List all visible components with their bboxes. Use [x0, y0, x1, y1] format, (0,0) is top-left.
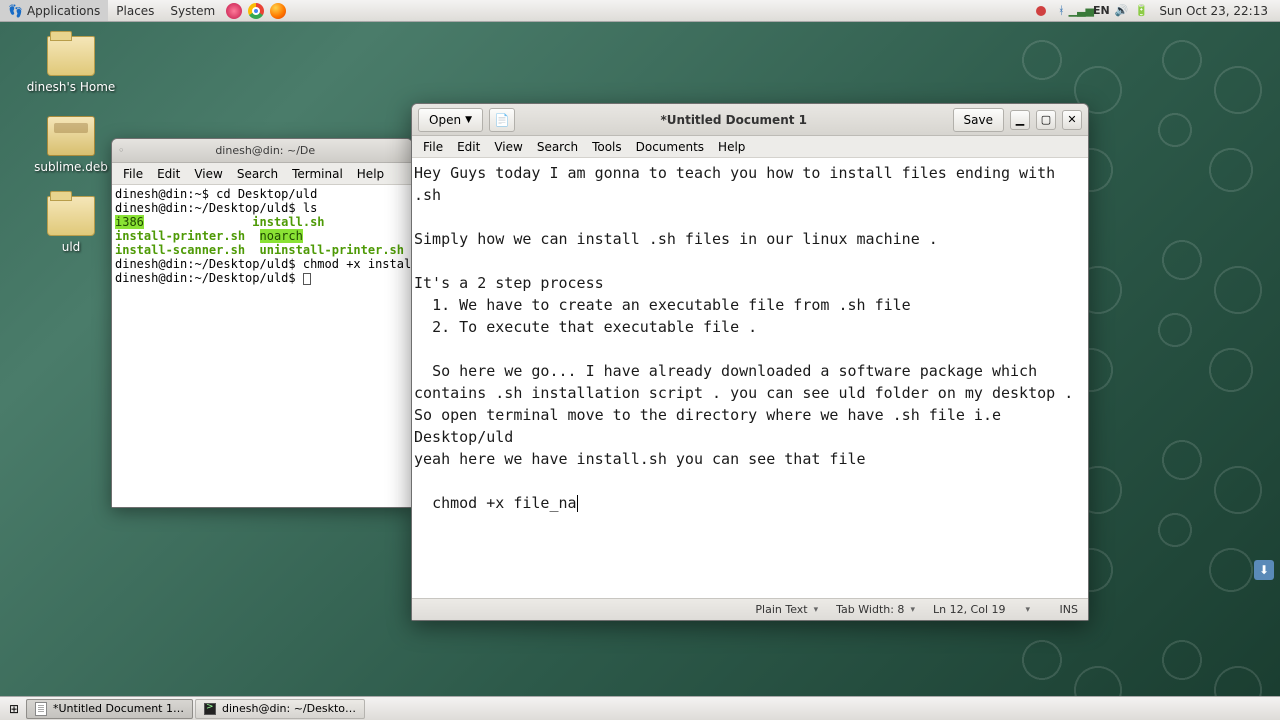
- network-icon[interactable]: ▁▃▅: [1073, 3, 1089, 19]
- gedit-menu-documents[interactable]: Documents: [629, 138, 711, 156]
- system-menu-label: System: [170, 4, 215, 18]
- gnome-foot-icon: 👣: [8, 4, 23, 18]
- close-icon: ✕: [1067, 113, 1076, 126]
- terminal-cursor: [303, 273, 311, 285]
- package-icon: [47, 116, 95, 156]
- gedit-title: *Untitled Document 1: [521, 113, 947, 127]
- record-indicator-icon[interactable]: [1033, 3, 1049, 19]
- bottom-panel: ⊞ *Untitled Document 1… dinesh@din: ~/De…: [0, 696, 1280, 720]
- taskbar-gedit[interactable]: *Untitled Document 1…: [26, 699, 193, 719]
- uld-folder-icon[interactable]: uld: [26, 196, 116, 254]
- maximize-button[interactable]: ▢: [1036, 110, 1056, 130]
- open-button[interactable]: Open ▼: [418, 108, 483, 132]
- terminal-menu-edit[interactable]: Edit: [150, 165, 187, 183]
- taskbar-gedit-label: *Untitled Document 1…: [53, 702, 184, 715]
- firefox-app-icon[interactable]: [269, 2, 287, 20]
- gedit-menu-search[interactable]: Search: [530, 138, 585, 156]
- chevron-down-icon: ▼: [465, 115, 472, 125]
- gedit-menu-file[interactable]: File: [416, 138, 450, 156]
- maximize-icon: ▢: [1041, 113, 1051, 126]
- minimize-icon: ▁: [1016, 113, 1024, 126]
- text-cursor: [577, 495, 578, 512]
- uld-folder-label: uld: [26, 240, 116, 254]
- show-desktop-button[interactable]: ⊞: [4, 699, 24, 719]
- gedit-menu-view[interactable]: View: [487, 138, 529, 156]
- system-menu[interactable]: System: [162, 0, 223, 21]
- terminal-titlebar[interactable]: ◦ dinesh@din: ~/De: [112, 139, 412, 163]
- syntax-mode-selector[interactable]: Plain Text: [755, 603, 818, 616]
- terminal-menu-search[interactable]: Search: [230, 165, 285, 183]
- folder-icon: [47, 196, 95, 236]
- places-menu[interactable]: Places: [108, 0, 162, 21]
- gedit-text-area[interactable]: Hey Guys today I am gonna to teach you h…: [412, 158, 1088, 598]
- gedit-menu-help[interactable]: Help: [711, 138, 752, 156]
- sublime-deb-icon[interactable]: sublime.deb: [26, 116, 116, 174]
- gedit-menu-tools[interactable]: Tools: [585, 138, 629, 156]
- taskbar-terminal-label: dinesh@din: ~/Deskto…: [222, 702, 356, 715]
- download-indicator-icon[interactable]: ⬇: [1254, 560, 1274, 580]
- recorder-app-icon[interactable]: [225, 2, 243, 20]
- gedit-text-content: Hey Guys today I am gonna to teach you h…: [414, 164, 1082, 512]
- new-file-icon: 📄: [495, 113, 510, 127]
- home-folder-icon[interactable]: dinesh's Home: [26, 36, 116, 94]
- cursor-position-menu[interactable]: [1024, 605, 1042, 615]
- taskbar-terminal[interactable]: dinesh@din: ~/Deskto…: [195, 699, 365, 719]
- save-button-label: Save: [964, 113, 993, 127]
- show-desktop-icon: ⊞: [9, 702, 19, 716]
- minimize-button[interactable]: ▁: [1010, 110, 1030, 130]
- home-folder-label: dinesh's Home: [26, 80, 116, 94]
- gedit-menubar: File Edit View Search Tools Documents He…: [412, 136, 1088, 158]
- terminal-menu-file[interactable]: File: [116, 165, 150, 183]
- save-button[interactable]: Save: [953, 108, 1004, 132]
- terminal-menu-view[interactable]: View: [187, 165, 229, 183]
- chrome-app-icon[interactable]: [247, 2, 265, 20]
- document-icon: [35, 702, 47, 716]
- terminal-menubar: File Edit View Search Terminal Help: [112, 163, 412, 185]
- applications-menu-label: Applications: [27, 4, 100, 18]
- terminal-menu-help[interactable]: Help: [350, 165, 391, 183]
- gedit-toolbar: Open ▼ 📄 *Untitled Document 1 Save ▁ ▢ ✕: [412, 104, 1088, 136]
- terminal-title: dinesh@din: ~/De: [125, 144, 407, 157]
- clock[interactable]: Sun Oct 23, 22:13: [1153, 4, 1274, 18]
- bluetooth-icon[interactable]: ᚼ: [1053, 3, 1069, 19]
- terminal-icon: [204, 703, 216, 715]
- volume-icon[interactable]: 🔊: [1113, 3, 1129, 19]
- insert-mode[interactable]: INS: [1060, 603, 1078, 616]
- terminal-output[interactable]: dinesh@din:~$ cd Desktop/uld dinesh@din:…: [112, 185, 412, 507]
- open-button-label: Open: [429, 113, 461, 127]
- tab-width-selector[interactable]: Tab Width: 8: [836, 603, 915, 616]
- close-button[interactable]: ✕: [1062, 110, 1082, 130]
- gedit-statusbar: Plain Text Tab Width: 8 Ln 12, Col 19 IN…: [412, 598, 1088, 620]
- places-menu-label: Places: [116, 4, 154, 18]
- battery-icon[interactable]: 🔋: [1133, 3, 1149, 19]
- applications-menu[interactable]: 👣 Applications: [0, 0, 108, 21]
- top-panel: 👣 Applications Places System ᚼ ▁▃▅ EN 🔊 …: [0, 0, 1280, 22]
- new-document-button[interactable]: 📄: [489, 108, 515, 132]
- cursor-position: Ln 12, Col 19: [933, 603, 1006, 616]
- terminal-menu-terminal[interactable]: Terminal: [285, 165, 350, 183]
- terminal-window[interactable]: ◦ dinesh@din: ~/De File Edit View Search…: [111, 138, 413, 508]
- keyboard-layout-indicator[interactable]: EN: [1093, 3, 1109, 19]
- folder-icon: [47, 36, 95, 76]
- sublime-deb-label: sublime.deb: [26, 160, 116, 174]
- gedit-menu-edit[interactable]: Edit: [450, 138, 487, 156]
- gedit-window[interactable]: Open ▼ 📄 *Untitled Document 1 Save ▁ ▢ ✕…: [411, 103, 1089, 621]
- app-menu-icon[interactable]: ◦: [118, 144, 125, 157]
